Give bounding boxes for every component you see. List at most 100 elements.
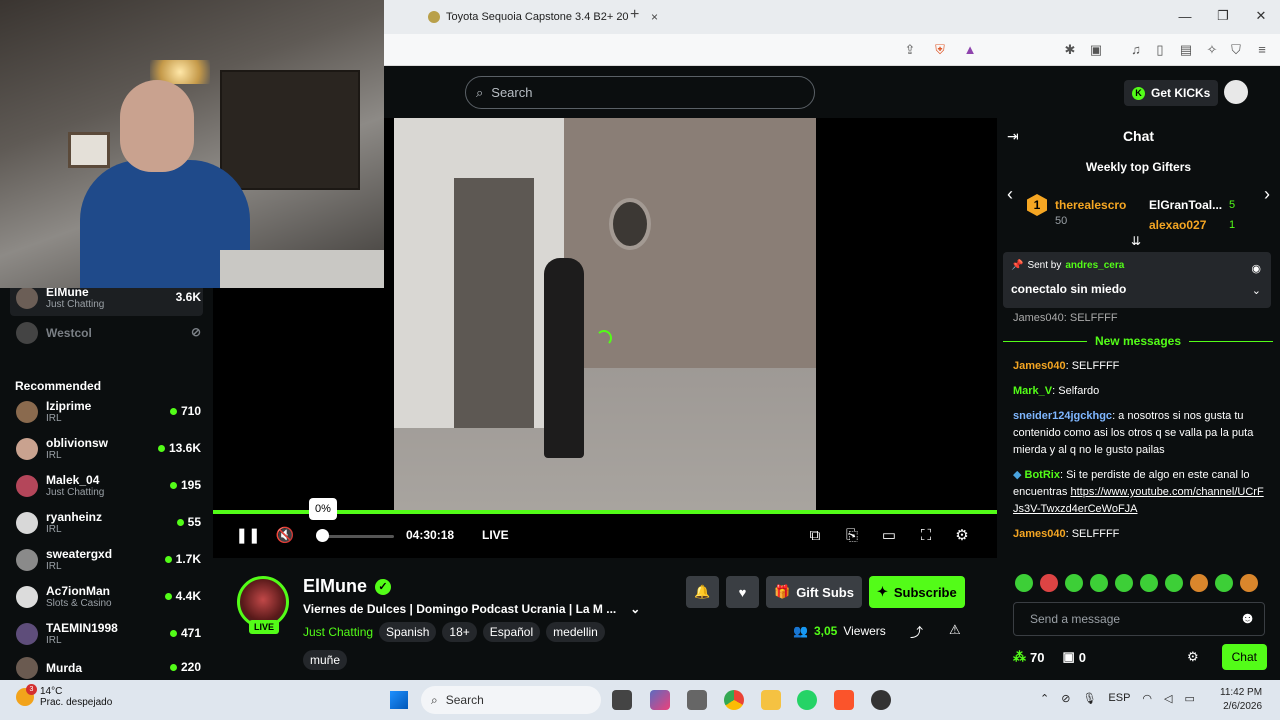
get-kicks-button[interactable]: K Get KICKs <box>1124 80 1219 106</box>
brave-shield-icon[interactable]: ⛨ <box>932 42 948 58</box>
tag[interactable]: Español <box>482 622 541 642</box>
hide-eye-icon[interactable]: ◉ <box>1251 262 1261 275</box>
weather-widget[interactable]: 3 14°C Prac. despejado <box>16 684 112 708</box>
follow-heart-button[interactable]: ♥ <box>726 576 759 608</box>
emote-icon[interactable] <box>1240 574 1258 592</box>
chevron-down-icon[interactable]: ⌄ <box>630 602 640 616</box>
emote-icon[interactable] <box>1190 574 1208 592</box>
microphone-icon[interactable]: 🎙 <box>1082 692 1096 705</box>
chat-username[interactable]: Mark_V <box>1013 385 1052 397</box>
category-link[interactable]: Just Chatting <box>303 625 373 639</box>
expand-icon[interactable]: ⇊ <box>1131 234 1141 248</box>
network-off-icon[interactable]: ⊘ <box>1061 692 1070 705</box>
gifts-counter[interactable]: ▣ 0 <box>1062 649 1086 665</box>
fullscreen-icon[interactable]: ⛶ <box>915 524 937 546</box>
volume-slider-handle[interactable] <box>316 529 329 542</box>
sidebar-channel[interactable]: Ac7ionMan Slots & Casino 4.4K <box>10 579 203 615</box>
browser-tab[interactable]: Toyota Sequoia Capstone 3.4 B2+ 20 × <box>422 5 658 29</box>
wifi-icon[interactable]: ◠ <box>1142 692 1152 705</box>
report-warning-icon[interactable]: ⚠ <box>949 622 961 638</box>
sidebar-channel[interactable]: Malek_04 Just Chatting 195 <box>10 468 203 504</box>
sidebar-channel[interactable]: Iziprime IRL 710 <box>10 394 203 430</box>
volume-slider[interactable] <box>320 535 394 538</box>
tag[interactable]: muñe <box>303 650 348 670</box>
emote-icon[interactable] <box>1215 574 1233 592</box>
chat-username[interactable]: BotRix <box>1025 469 1060 481</box>
close-window-button[interactable]: ✕ <box>1242 0 1280 32</box>
volume-icon[interactable]: ◁ <box>1164 692 1172 705</box>
gifter-name[interactable]: ElGranToal... <box>1149 198 1222 212</box>
user-avatar[interactable] <box>1224 80 1248 104</box>
mute-toggle-icon[interactable]: 🔇 <box>274 524 296 546</box>
clock[interactable]: 11:42 PM 2/6/2026 <box>1220 686 1262 714</box>
battery-icon[interactable]: ▭ <box>1185 692 1195 705</box>
sidebar-channel[interactable]: oblivionsw IRL 13.6K <box>10 431 203 467</box>
gifter-name[interactable]: therealescro <box>1055 198 1126 212</box>
settings-gear-icon[interactable]: ⚙ <box>951 524 973 546</box>
whatsapp-icon[interactable] <box>797 690 817 710</box>
chat-username[interactable]: James040 <box>1013 360 1066 372</box>
emote-icon[interactable] <box>1140 574 1158 592</box>
tag[interactable]: medellin <box>546 622 605 642</box>
emote-icon[interactable] <box>1165 574 1183 592</box>
share-icon[interactable]: ⇪ <box>902 42 918 58</box>
taskbar-search[interactable]: ⌕ Search <box>421 686 601 714</box>
brave-rewards-icon[interactable]: ▲ <box>962 42 978 58</box>
vpn-icon[interactable]: ⛉ <box>1228 42 1244 58</box>
channel-name-heading[interactable]: ElMune ✓ <box>303 576 392 597</box>
music-icon[interactable]: ♫ <box>1128 42 1144 58</box>
sidebar-channel[interactable]: TAEMIN1998 IRL 471 <box>10 616 203 652</box>
sidebar-channel-westcol[interactable]: Westcol ⊘ <box>10 315 203 351</box>
gift-subs-button[interactable]: 🎁 Gift Subs <box>766 576 862 608</box>
channel-points[interactable]: ⁂ 70 <box>1013 649 1044 665</box>
sidebar-channel[interactable]: sweatergxd IRL 1.7K <box>10 542 203 578</box>
menu-icon[interactable]: ≡ <box>1254 42 1270 58</box>
copilot-icon[interactable] <box>650 690 670 710</box>
tag[interactable]: 18+ <box>442 622 477 642</box>
chevron-right-icon[interactable]: › <box>1264 184 1270 205</box>
sidebar-channel[interactable]: ryanheinz IRL 55 <box>10 505 203 541</box>
share-icon[interactable]: ⤴ <box>910 622 923 641</box>
new-tab-button[interactable]: + <box>630 6 639 24</box>
pause-button[interactable]: ❚❚ <box>235 524 260 546</box>
address-bar[interactable]: ⇪ ⛨ ▲ ✱ ▣ ♫ ▯ ▤ ✧ ⛉ ≡ <box>384 34 1280 66</box>
tag[interactable]: Spanish <box>379 622 437 642</box>
language-indicator[interactable]: ESP <box>1108 692 1130 705</box>
live-indicator[interactable]: LIVE <box>482 528 509 542</box>
maximize-button[interactable]: ❐ <box>1204 0 1242 32</box>
clip-icon[interactable]: ⎘ <box>841 524 863 546</box>
chevron-down-icon[interactable]: ⌄ <box>1252 284 1261 297</box>
pinned-message[interactable]: 📌 Sent by andres_cera ◉ conectalo sin mi… <box>1003 252 1271 308</box>
leo-ai-icon[interactable]: ✧ <box>1204 42 1220 58</box>
mini-player-icon[interactable]: ⧉ <box>804 524 826 546</box>
emote-icon[interactable] <box>1015 574 1033 592</box>
brave-browser-icon[interactable] <box>834 690 854 710</box>
subscribe-button[interactable]: ✦ Subscribe <box>868 576 965 608</box>
chevron-left-icon[interactable]: ‹ <box>1007 184 1013 205</box>
gifter-name[interactable]: alexao027 <box>1149 218 1206 232</box>
chat-username[interactable]: James040 <box>1013 528 1066 540</box>
search-bar[interactable]: ⌕ <box>465 76 815 109</box>
wallet-icon[interactable]: ▤ <box>1178 42 1194 58</box>
chevron-up-icon[interactable]: ⌃ <box>1040 692 1049 705</box>
emote-icon[interactable] <box>1040 574 1058 592</box>
theater-mode-icon[interactable]: ▭ <box>878 524 900 546</box>
chat-input[interactable] <box>1030 612 1230 626</box>
chat-input-box[interactable]: ☻ <box>1013 602 1265 636</box>
close-tab-icon[interactable]: × <box>651 10 658 24</box>
task-view-icon[interactable] <box>612 690 632 710</box>
emoji-picker-icon[interactable]: ☻ <box>1239 610 1256 628</box>
emote-icon[interactable] <box>1065 574 1083 592</box>
search-input[interactable] <box>491 85 792 100</box>
chrome-icon[interactable] <box>724 690 744 710</box>
file-explorer-icon[interactable] <box>761 690 781 710</box>
send-chat-button[interactable]: Chat <box>1221 644 1267 670</box>
notifications-bell-button[interactable]: 🔔 <box>686 576 719 608</box>
minimize-button[interactable]: — <box>1166 0 1204 32</box>
new-messages-divider[interactable]: New messages <box>1003 334 1273 348</box>
sidebar-icon[interactable]: ▯ <box>1152 42 1168 58</box>
extensions-icon[interactable]: ✱ <box>1062 42 1078 58</box>
chat-username[interactable]: sneider124jgckhgc <box>1013 410 1112 422</box>
windows-start-icon[interactable] <box>390 691 408 709</box>
screenshot-icon[interactable]: ▣ <box>1088 42 1104 58</box>
